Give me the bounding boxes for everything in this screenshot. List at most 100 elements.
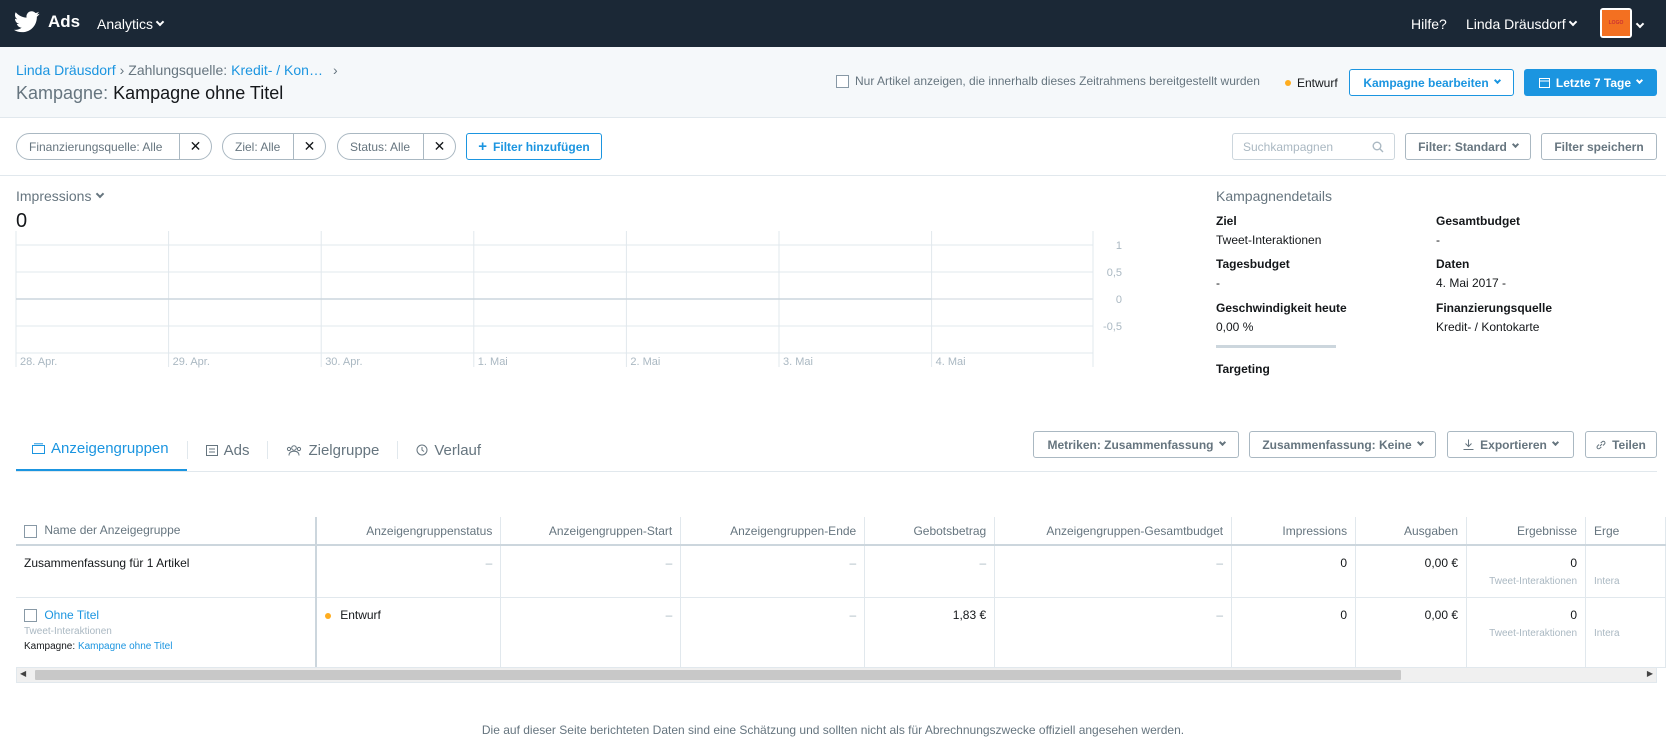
analytics-menu[interactable]: Analytics xyxy=(97,16,165,32)
add-filter-label: Filter hinzufügen xyxy=(493,139,590,154)
close-icon[interactable]: ✕ xyxy=(293,134,325,159)
tab-audience[interactable]: Zielgruppe xyxy=(268,428,397,472)
detail-key: Ziel xyxy=(1216,214,1237,228)
summary-end: – xyxy=(680,545,866,598)
results-type: Tweet-Interaktionen xyxy=(1489,576,1577,587)
download-icon xyxy=(1463,439,1474,450)
account-logo[interactable]: LOGO xyxy=(1600,8,1632,38)
only-items-checkbox[interactable] xyxy=(836,74,849,88)
summary-spend: 0,00 € xyxy=(1355,545,1468,598)
ad-group-link[interactable]: Ohne Titel xyxy=(44,608,99,622)
col-spend[interactable]: Ausgaben xyxy=(1355,517,1468,546)
top-nav: Ads Analytics Hilfe? Linda Dräusdorf LOG… xyxy=(0,0,1666,47)
filter-pill-label: Status: Alle xyxy=(350,139,411,154)
summary-row: Zusammenfassung für 1 Artikel – – – – – … xyxy=(16,545,1666,598)
chart-svg: 1 0,5 0 -0,5 28. Apr. 29. Apr. 30. Apr. 1. Mai 2… xyxy=(15,231,1122,368)
help-link[interactable]: Hilfe? xyxy=(1411,16,1447,32)
col-total-budget[interactable]: Anzeigengruppen-Gesamtbudget xyxy=(994,517,1233,546)
scroll-thumb[interactable] xyxy=(35,670,1401,680)
row-bid: 1,83 € xyxy=(864,597,996,668)
ad-group-icon xyxy=(32,443,45,454)
summary-status: – xyxy=(315,545,502,598)
close-icon[interactable]: ✕ xyxy=(423,134,455,159)
tab-label: Ads xyxy=(223,441,250,459)
filter-pill-funding[interactable]: Finanzierungsquelle: Alle ✕ xyxy=(16,133,212,160)
breadcrumb: Linda Dräusdorf › Zahlungsquelle: Kredit… xyxy=(16,62,338,78)
edit-campaign-button[interactable]: Kampagne bearbeiten xyxy=(1349,69,1514,96)
col-end[interactable]: Anzeigengruppen-Ende xyxy=(680,517,866,546)
breadcrumb-account[interactable]: Linda Dräusdorf xyxy=(16,62,116,78)
user-menu[interactable]: Linda Dräusdorf xyxy=(1466,16,1577,32)
pacing-progress-bar xyxy=(1216,345,1336,348)
page-title-value: Kampagne ohne Titel xyxy=(113,83,284,103)
date-range-button[interactable]: Letzte 7 Tage xyxy=(1524,69,1657,96)
summary-bid: – xyxy=(864,545,996,598)
row-checkbox[interactable] xyxy=(24,609,37,623)
save-filter-button[interactable]: Filter speichern xyxy=(1541,133,1657,160)
col-bid[interactable]: Gebotsbetrag xyxy=(864,517,996,546)
filter-pill-status[interactable]: Status: Alle ✕ xyxy=(337,133,456,160)
filter-pill-label: Finanzierungsquelle: Alle xyxy=(29,139,163,154)
brand[interactable]: Ads xyxy=(14,11,80,33)
detail-daily-budget: Tagesbudget - xyxy=(1216,257,1290,290)
page-title-label: Kampagne: xyxy=(16,83,109,103)
export-label: Exportieren xyxy=(1480,437,1547,452)
tab-ad-groups[interactable]: Anzeigengruppen xyxy=(16,428,187,472)
tab-history[interactable]: Verlauf xyxy=(398,428,499,472)
metrics-button[interactable]: Metriken: Zusammenfassung xyxy=(1033,431,1239,458)
ad-group-objective: Tweet-Interaktionen xyxy=(24,626,112,638)
col-name[interactable]: Name der Anzeigegruppe xyxy=(16,517,317,546)
add-filter-button[interactable]: + Filter hinzufügen xyxy=(466,133,602,160)
detail-key: Finanzierungsquelle xyxy=(1436,301,1553,315)
export-button[interactable]: Exportieren xyxy=(1447,431,1574,458)
results-value: 0 xyxy=(1570,556,1577,570)
campaign-ref: Kampagne: Kampagne ohne Titel xyxy=(24,641,307,652)
detail-value: 4. Mai 2017 - xyxy=(1436,276,1507,290)
row-status: Entwurf xyxy=(315,597,502,668)
col-results-2[interactable]: Erge xyxy=(1585,517,1666,546)
close-icon[interactable]: ✕ xyxy=(179,134,211,159)
col-status[interactable]: Anzeigengruppenstatus xyxy=(315,517,502,546)
tab-ads[interactable]: Ads xyxy=(188,428,268,472)
scroll-right-icon[interactable]: ▶ xyxy=(1647,669,1653,678)
search-placeholder: Suchkampagnen xyxy=(1243,139,1334,154)
page-title: Kampagne: Kampagne ohne Titel xyxy=(16,83,283,104)
detail-value: Tweet-Interaktionen xyxy=(1216,233,1322,247)
y-tick-label: 1 xyxy=(1116,240,1122,252)
col-start[interactable]: Anzeigengruppen-Start xyxy=(500,517,682,546)
horizontal-scrollbar[interactable]: ◀ ▶ xyxy=(16,667,1657,683)
ad-groups-table: Name der Anzeigegruppe Anzeigengruppenst… xyxy=(16,517,1666,669)
metric-selector[interactable]: Impressions xyxy=(16,188,105,204)
share-button[interactable]: Teilen xyxy=(1585,431,1657,458)
summary-impressions: 0 xyxy=(1231,545,1357,598)
table-row: Ohne Titel Tweet-Interaktionen Kampagne:… xyxy=(16,597,1666,668)
tab-underline xyxy=(16,471,1657,472)
col-results[interactable]: Ergebnisse xyxy=(1466,517,1586,546)
campaign-details-title: Kampagnendetails xyxy=(1216,188,1332,204)
disclaimer: Die auf dieser Seite berichteten Daten s… xyxy=(481,723,1185,737)
metric-value: 0 xyxy=(16,210,28,232)
summary-button[interactable]: Zusammenfassung: Keine xyxy=(1249,431,1436,458)
status-dot xyxy=(324,613,331,619)
detail-pacing: Geschwindigkeit heute 0,00 % xyxy=(1216,301,1347,334)
results-type: Intera xyxy=(1594,576,1620,587)
select-all-checkbox[interactable] xyxy=(24,524,37,538)
breadcrumb-funding[interactable]: Kredit- / Kon… xyxy=(231,62,323,78)
logo-text: LOGO xyxy=(1602,10,1630,36)
status-label: Entwurf xyxy=(1297,76,1338,90)
tab-label: Verlauf xyxy=(434,441,482,459)
summary-label: Zusammenfassung: Keine xyxy=(1262,437,1412,452)
filter-pill-goal[interactable]: Ziel: Alle ✕ xyxy=(222,133,326,160)
chevron-down-icon xyxy=(1218,438,1226,447)
x-tick-label: 29. Apr. xyxy=(173,356,210,368)
summary-results: 0 Tweet-Interaktionen xyxy=(1466,545,1586,598)
edit-campaign-label: Kampagne bearbeiten xyxy=(1363,75,1489,90)
scroll-left-icon[interactable]: ◀ xyxy=(20,669,26,678)
campaign-ref-link[interactable]: Kampagne ohne Titel xyxy=(78,641,173,652)
chevron-down-icon xyxy=(155,17,165,27)
history-icon xyxy=(416,444,428,456)
filter-standard-button[interactable]: Filter: Standard xyxy=(1405,133,1531,160)
chevron-down-icon[interactable] xyxy=(1635,16,1645,30)
col-impressions[interactable]: Impressions xyxy=(1231,517,1357,546)
search-input[interactable]: Suchkampagnen xyxy=(1232,133,1395,160)
